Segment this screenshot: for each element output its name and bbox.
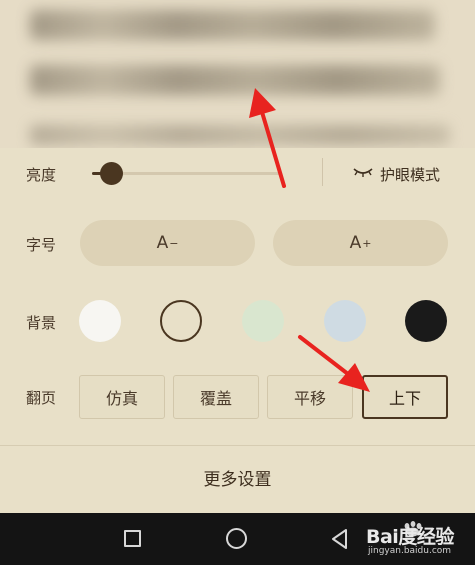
circle-icon[interactable] bbox=[226, 528, 247, 549]
eye-protection-mode-button[interactable]: 护眼模式 bbox=[380, 164, 440, 185]
background-swatch[interactable] bbox=[242, 300, 284, 342]
background-swatch[interactable] bbox=[79, 300, 121, 342]
blurred-text-line bbox=[30, 125, 450, 145]
font-size-increase-button[interactable]: A + bbox=[273, 220, 448, 266]
page-turn-option-3[interactable]: 上下 bbox=[362, 375, 448, 419]
watermark-url: jingyan.baidu.com bbox=[368, 546, 452, 556]
font-increase-letter: A bbox=[349, 233, 362, 253]
plus-icon: + bbox=[362, 236, 372, 250]
minus-icon: − bbox=[169, 236, 179, 250]
page-turn-option-1[interactable]: 覆盖 bbox=[173, 375, 259, 419]
page-turn-option-0[interactable]: 仿真 bbox=[79, 375, 165, 419]
brightness-slider-thumb[interactable] bbox=[99, 162, 123, 185]
brightness-label: 亮度 bbox=[26, 166, 57, 184]
triangle-back-icon[interactable] bbox=[330, 528, 350, 550]
more-settings-button[interactable]: 更多设置 bbox=[0, 465, 475, 490]
reader-content-blurred bbox=[0, 0, 475, 150]
blurred-text-line bbox=[30, 65, 440, 95]
font-decrease-letter: A bbox=[156, 233, 169, 253]
page-turn-label: 翻页 bbox=[26, 389, 57, 407]
square-icon[interactable] bbox=[124, 530, 141, 547]
font-size-label: 字号 bbox=[26, 236, 57, 254]
blurred-text-line bbox=[30, 10, 435, 40]
page-turn-option-2[interactable]: 平移 bbox=[267, 375, 353, 419]
font-size-decrease-button[interactable]: A − bbox=[80, 220, 255, 266]
background-swatch[interactable] bbox=[324, 300, 366, 342]
divider bbox=[322, 158, 323, 186]
background-swatch[interactable] bbox=[160, 300, 202, 342]
background-label: 背景 bbox=[26, 314, 57, 332]
divider bbox=[0, 445, 475, 446]
reader-settings-panel bbox=[0, 148, 475, 513]
eye-closed-icon[interactable] bbox=[352, 166, 374, 178]
watermark-brand: Bai度经验 bbox=[366, 526, 454, 548]
background-swatch[interactable] bbox=[405, 300, 447, 342]
